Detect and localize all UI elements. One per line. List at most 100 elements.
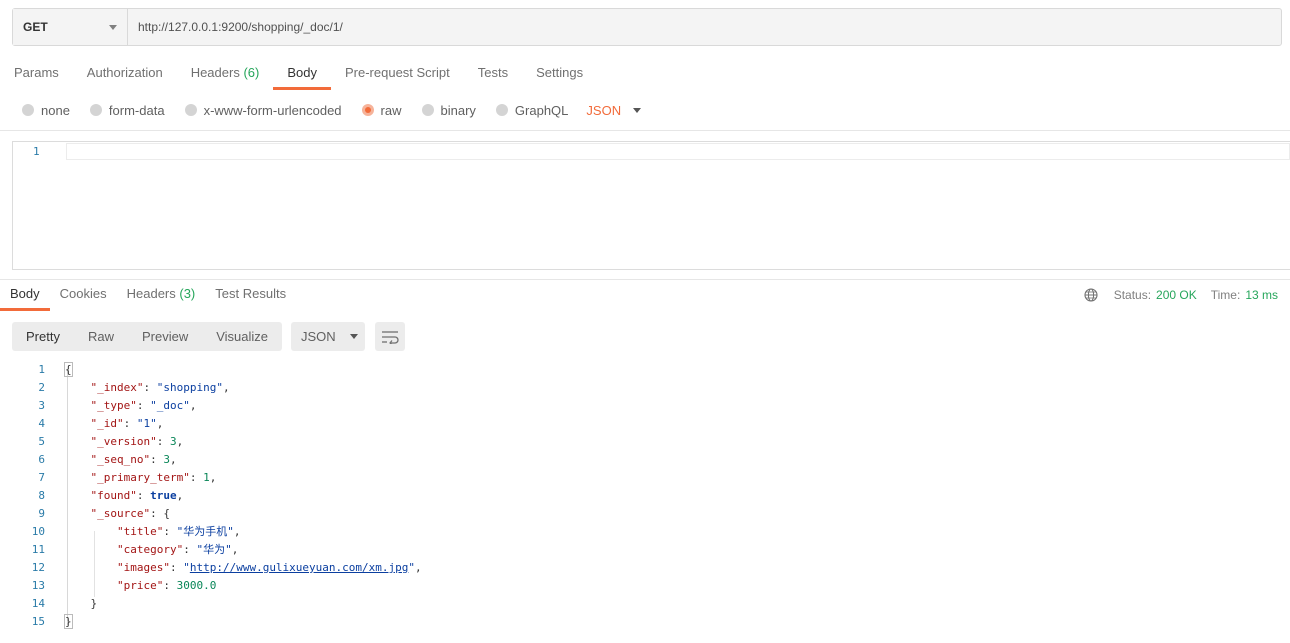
- json-value: "1": [136, 417, 157, 430]
- view-visualize-button[interactable]: Visualize: [202, 322, 282, 351]
- raw-format-label: JSON: [586, 102, 622, 118]
- json-key: "images": [116, 561, 170, 574]
- json-value: 3: [169, 435, 177, 448]
- tab-label: Test Results: [215, 286, 287, 301]
- tab-params[interactable]: Params: [0, 60, 73, 90]
- tab-label: Params: [14, 65, 59, 80]
- view-preview-button[interactable]: Preview: [128, 322, 202, 351]
- code-line: 6 "_seq_no": 3,: [0, 451, 1290, 469]
- radio-label: binary: [440, 102, 476, 118]
- json-value: "华为手机": [176, 525, 234, 538]
- line-number: 4: [38, 417, 45, 430]
- radio-raw[interactable]: raw: [361, 102, 402, 118]
- code-line: 10 "title": "华为手机",: [0, 523, 1290, 541]
- raw-format-select[interactable]: JSON: [586, 102, 642, 118]
- code-line: 11 "category": "华为",: [0, 541, 1290, 559]
- radio-label: x-www-form-urlencoded: [203, 102, 342, 118]
- code-line: 3 "_type": "_doc",: [0, 397, 1290, 415]
- line-number: 13: [31, 579, 45, 592]
- radio-form-data[interactable]: form-data: [89, 102, 165, 118]
- line-number: 12: [31, 561, 45, 574]
- tab-label: Body: [287, 65, 317, 80]
- json-link-value[interactable]: http://www.gulixueyuan.com/xm.jpg: [190, 561, 409, 574]
- tab-tests[interactable]: Tests: [464, 60, 522, 90]
- radio-label: raw: [380, 102, 402, 118]
- json-key: "price": [116, 579, 164, 592]
- line-number: 1: [33, 145, 40, 158]
- tab-settings[interactable]: Settings: [522, 60, 597, 90]
- code-line: 4 "_id": "1",: [0, 415, 1290, 433]
- radio-urlencoded[interactable]: x-www-form-urlencoded: [184, 102, 342, 118]
- tab-label: Tests: [477, 65, 509, 80]
- chevron-down-icon: [109, 24, 117, 30]
- tab-response-body[interactable]: Body: [0, 283, 50, 311]
- code-line: 14 }: [0, 595, 1290, 613]
- tab-pre-request-script[interactable]: Pre-request Script: [331, 60, 464, 90]
- view-pretty-button[interactable]: Pretty: [12, 322, 74, 351]
- status-label: Status:: [1113, 288, 1152, 302]
- method-label: GET: [23, 20, 48, 34]
- line-number: 5: [38, 435, 45, 448]
- status-value[interactable]: 200 OK: [1156, 288, 1197, 302]
- tab-label: Cookies: [59, 286, 107, 301]
- radio-icon: [184, 104, 197, 116]
- json-value: true: [150, 489, 177, 502]
- time-value[interactable]: 13 ms: [1245, 288, 1278, 302]
- line-number: 11: [31, 543, 45, 556]
- code-line: 13 "price": 3000.0: [0, 577, 1290, 595]
- json-value: "shopping": [156, 381, 223, 394]
- json-key: "_source": [90, 507, 151, 520]
- code-line: 7 "_primary_term": 1,: [0, 469, 1290, 487]
- headers-count: (6): [243, 65, 260, 80]
- response-status: Status: 200 OK Time: 13 ms: [1084, 288, 1278, 302]
- json-brace: }: [64, 614, 73, 629]
- radio-icon: [495, 104, 508, 116]
- code-line: 9 "_source": {: [0, 505, 1290, 523]
- tab-cookies[interactable]: Cookies: [50, 283, 117, 311]
- radio-checked-icon: [361, 104, 374, 116]
- radio-none[interactable]: none: [22, 103, 70, 118]
- response-tabs: Body Cookies Headers (3) Test Results: [0, 283, 296, 311]
- tab-authorization[interactable]: Authorization: [73, 60, 177, 90]
- response-body-viewer[interactable]: 1{ 2 "_index": "shopping", 3 "_type": "_…: [0, 361, 1290, 631]
- active-line-highlight: [66, 143, 1290, 160]
- radio-binary[interactable]: binary: [421, 102, 476, 118]
- code-line: 5 "_version": 3,: [0, 433, 1290, 451]
- json-value: "华为": [196, 543, 232, 556]
- response-format-label: JSON: [301, 329, 336, 344]
- request-url-bar: GET http://127.0.0.1:9200/shopping/_doc/…: [12, 8, 1282, 46]
- request-body-editor[interactable]: 1: [12, 141, 1290, 270]
- json-key: "_primary_term": [90, 471, 190, 484]
- tab-response-headers[interactable]: Headers (3): [117, 283, 206, 311]
- tab-label: Authorization: [86, 65, 163, 80]
- tab-test-results[interactable]: Test Results: [205, 283, 296, 311]
- json-value: "_doc": [150, 399, 190, 412]
- radio-graphql[interactable]: GraphQL: [495, 102, 569, 118]
- json-key: "found": [90, 489, 137, 502]
- tab-label: Settings: [536, 65, 584, 80]
- tab-label: Headers: [190, 65, 240, 80]
- time-label: Time:: [1210, 288, 1241, 302]
- line-number: 6: [38, 453, 45, 466]
- wrap-lines-button[interactable]: [375, 322, 405, 351]
- line-number: 10: [31, 525, 45, 538]
- line-number: 7: [38, 471, 45, 484]
- radio-label: none: [41, 102, 70, 118]
- radio-label: form-data: [108, 102, 165, 118]
- globe-icon[interactable]: [1084, 288, 1098, 302]
- tab-label: Headers: [126, 286, 176, 301]
- view-raw-button[interactable]: Raw: [74, 322, 128, 351]
- code-line: 1{: [0, 361, 1290, 379]
- line-number: 2: [38, 381, 45, 394]
- radio-icon: [22, 104, 34, 116]
- json-value: 3: [163, 453, 170, 466]
- response-format-select[interactable]: JSON: [291, 322, 365, 351]
- radio-label: GraphQL: [514, 102, 569, 118]
- method-select[interactable]: GET: [13, 9, 128, 45]
- json-key: "_type": [90, 399, 137, 412]
- tab-body[interactable]: Body: [273, 60, 331, 90]
- json-value: 3000.0: [176, 579, 217, 592]
- tab-headers[interactable]: Headers (6): [177, 60, 274, 90]
- url-input[interactable]: http://127.0.0.1:9200/shopping/_doc/1/: [128, 9, 1281, 45]
- chevron-down-icon: [633, 107, 642, 113]
